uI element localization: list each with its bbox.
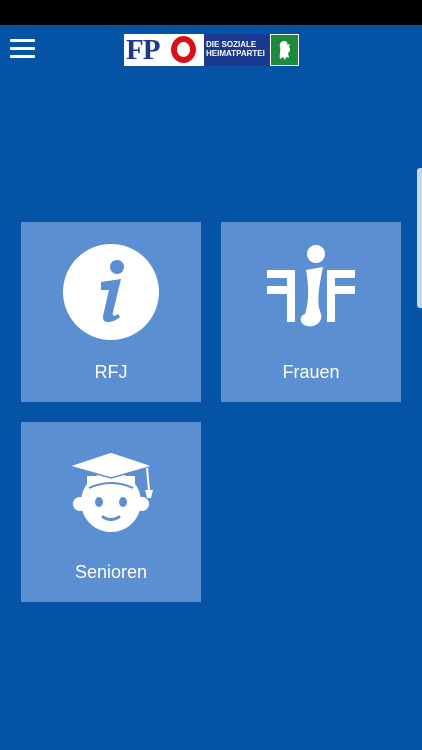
menu-button[interactable] [10,39,36,61]
tile-rfj[interactable]: RFJ [21,222,201,402]
status-bar [0,0,422,25]
party-logo: FP DIE SOZIALE HEIMATPARTEI [124,34,299,66]
graduate-icon [61,442,161,542]
tile-label: RFJ [94,362,128,382]
panther-crest-icon [270,34,299,66]
logo-letters: FP [126,34,160,66]
logo-tagline-line1: DIE SOZIALE [206,40,257,49]
logo-tagline-line2: HEIMATPARTEI [206,49,265,58]
tile-frauen[interactable]: Frauen [221,222,401,402]
logo-fpo-mark: FP [124,34,204,66]
tile-label: Frauen [282,362,340,382]
logo-tagline: DIE SOZIALE HEIMATPARTEI [204,34,269,66]
logo-o-ring [171,36,196,63]
tile-senioren[interactable]: Senioren [21,422,201,602]
info-icon [61,242,161,342]
frauen-logo-icon [261,242,361,342]
scroll-handle[interactable] [417,168,422,308]
tile-label: Senioren [74,562,148,582]
app-bar: FP DIE SOZIALE HEIMATPARTEI [0,25,422,75]
